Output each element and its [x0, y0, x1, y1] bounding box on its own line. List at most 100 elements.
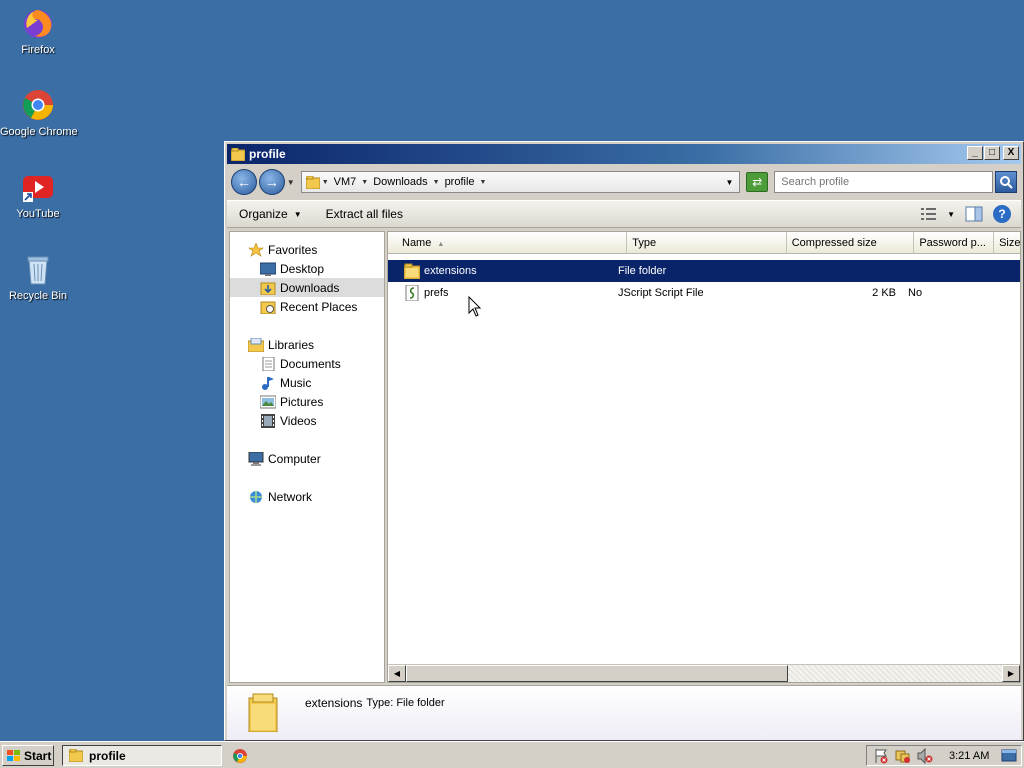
show-desktop-icon[interactable]: [1001, 748, 1017, 764]
preview-pane-icon[interactable]: [965, 206, 983, 222]
arrow-right-icon: →: [264, 174, 279, 190]
nav-label: Favorites: [268, 242, 318, 257]
extract-all-button[interactable]: Extract all files: [326, 207, 403, 221]
scrollbar-thumb[interactable]: [406, 665, 788, 682]
desktop-icon-firefox[interactable]: Firefox: [0, 6, 76, 56]
file-rows: extensions File folder prefs JScript Scr…: [388, 260, 1020, 304]
breadcrumb-downloads[interactable]: Downloads: [373, 176, 427, 188]
nav-videos[interactable]: Videos: [230, 411, 384, 430]
chevron-down-icon: ▼: [293, 209, 302, 219]
forward-button[interactable]: →: [258, 169, 285, 195]
nav-label: Computer: [268, 451, 321, 466]
column-header-password-protected[interactable]: Password p...: [914, 232, 995, 254]
recent-places-icon: [260, 301, 276, 314]
details-name: extensions: [305, 696, 363, 710]
nav-label: Documents: [280, 356, 341, 371]
nav-favorites[interactable]: Favorites: [230, 240, 384, 259]
minimize-button[interactable]: _: [967, 146, 983, 160]
address-bar[interactable]: ▼ VM7 ▼ Downloads ▼ profile ▼ ▼: [300, 171, 741, 193]
nav-network[interactable]: Network: [230, 487, 384, 506]
clock[interactable]: 3:21 AM: [949, 750, 989, 762]
navigation-pane: Favorites Desktop Downloads Recent Place…: [229, 231, 385, 683]
desktop-icon-chrome[interactable]: Google Chrome: [0, 88, 78, 138]
window-title: profile: [249, 147, 286, 161]
window-titlebar[interactable]: profile _ □ X: [227, 144, 1021, 164]
arrow-left-icon: ←: [236, 174, 251, 190]
pictures-icon: [260, 395, 276, 408]
address-history-dropdown[interactable]: ▼: [725, 178, 733, 187]
system-tray: 3:21 AM: [866, 745, 1022, 766]
column-header-size[interactable]: Size: [994, 232, 1020, 254]
chrome-quicklaunch-icon[interactable]: [232, 748, 248, 764]
nav-label: Videos: [280, 413, 317, 428]
nav-libraries[interactable]: Libraries: [230, 335, 384, 354]
explorer-window: profile _ □ X ← → ▼ ▼ VM7 ▼ Downloads ▼ …: [224, 141, 1024, 741]
chevron-down-icon[interactable]: ▼: [433, 179, 440, 186]
script-file-icon: [405, 285, 419, 301]
breadcrumb-profile[interactable]: profile: [445, 176, 475, 188]
breadcrumb-vm7[interactable]: VM7: [334, 176, 357, 188]
details-type: Type: File folder: [366, 697, 445, 709]
column-header-type[interactable]: Type: [627, 232, 787, 254]
nav-desktop[interactable]: Desktop: [230, 259, 384, 278]
maximize-button[interactable]: □: [984, 146, 1000, 160]
search-box[interactable]: [774, 171, 994, 193]
back-button[interactable]: ←: [231, 169, 257, 195]
documents-icon: [262, 356, 275, 371]
nav-pictures[interactable]: Pictures: [230, 392, 384, 411]
nav-documents[interactable]: Documents: [230, 354, 384, 373]
firefox-icon: [21, 6, 55, 40]
command-toolbar: Organize ▼ Extract all files ▼ ?: [227, 200, 1021, 228]
sort-arrow-icon: ▲: [437, 241, 445, 248]
volume-muted-icon[interactable]: [917, 747, 933, 764]
recent-pages-dropdown[interactable]: ▼: [287, 178, 297, 187]
desktop-icon-label: Google Chrome: [0, 126, 78, 138]
refresh-button[interactable]: ⇄: [746, 172, 769, 192]
desktop-icon-label: Recycle Bin: [8, 290, 68, 302]
file-name: prefs: [424, 287, 449, 299]
chevron-down-icon[interactable]: ▼: [361, 179, 368, 186]
scroll-right-button[interactable]: ▶: [1002, 665, 1020, 682]
nav-music[interactable]: Music: [230, 373, 384, 392]
desktop-icon: [260, 262, 276, 276]
file-type: JScript Script File: [618, 287, 704, 299]
organize-label: Organize: [239, 207, 288, 221]
horizontal-scrollbar[interactable]: ◀ ▶: [388, 664, 1020, 682]
taskbar-window-profile[interactable]: profile: [62, 745, 222, 766]
close-button[interactable]: X: [1003, 146, 1019, 160]
file-password-protected: No: [908, 287, 923, 299]
refresh-icon: ⇄: [752, 175, 763, 189]
desktop-icon-youtube[interactable]: YouTube: [0, 170, 76, 220]
column-header-name[interactable]: Name ▲: [388, 232, 628, 254]
nav-label: Pictures: [280, 394, 324, 409]
file-type: File folder: [618, 265, 667, 277]
nav-downloads[interactable]: Downloads: [230, 278, 384, 297]
taskbar: Start profile 3:21 AM: [0, 741, 1024, 768]
file-row-extensions[interactable]: extensions File folder: [388, 260, 1020, 282]
chevron-down-icon[interactable]: ▼: [480, 179, 487, 186]
file-name: extensions: [424, 265, 477, 277]
extract-label: Extract all files: [325, 207, 403, 221]
downloads-folder-icon: [260, 282, 276, 295]
column-header-compressed-size[interactable]: Compressed size: [787, 232, 915, 254]
search-input[interactable]: [781, 176, 972, 188]
nav-computer[interactable]: Computer: [230, 449, 384, 468]
desktop-icon-recycle-bin[interactable]: Recycle Bin: [0, 252, 76, 302]
help-button[interactable]: ?: [993, 205, 1011, 223]
nav-recent-places[interactable]: Recent Places: [230, 297, 384, 316]
scroll-left-button[interactable]: ◀: [388, 665, 406, 682]
organize-menu[interactable]: Organize ▼: [239, 207, 302, 221]
chevron-down-icon[interactable]: ▼: [322, 179, 329, 186]
folder-icon: [231, 147, 245, 161]
network-icon: [250, 490, 262, 503]
action-center-flag-icon[interactable]: [873, 748, 889, 764]
file-row-prefs[interactable]: prefs JScript Script File 2 KB No: [388, 282, 1020, 304]
star-icon: [248, 242, 264, 257]
search-button[interactable]: [995, 171, 1017, 193]
computer-icon: [248, 451, 264, 466]
network-status-icon[interactable]: [895, 748, 911, 764]
chevron-down-icon[interactable]: ▼: [947, 210, 955, 219]
start-label: Start: [24, 748, 52, 763]
start-button[interactable]: Start: [2, 745, 54, 766]
view-options-icon[interactable]: [921, 207, 937, 221]
